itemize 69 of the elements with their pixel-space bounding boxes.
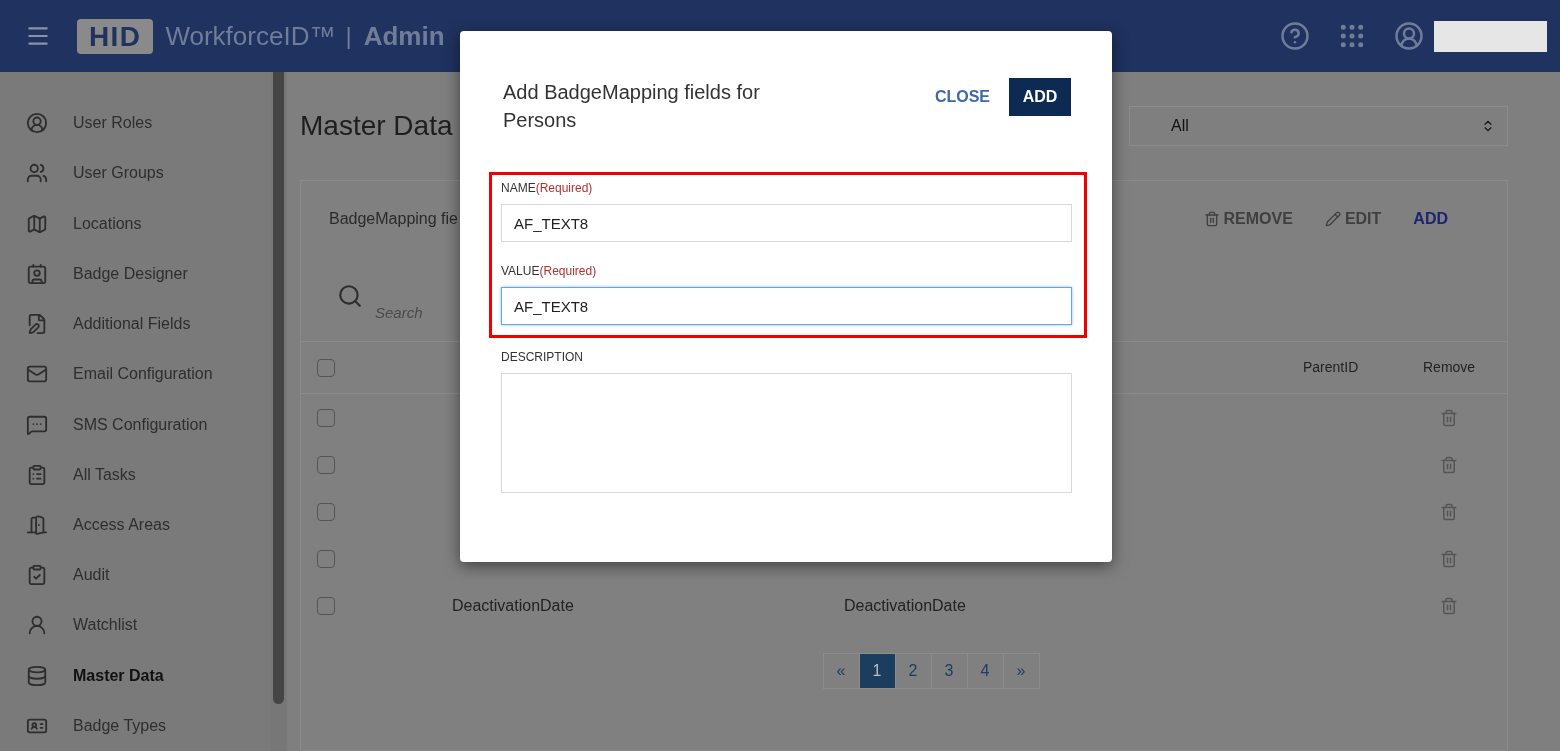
users-icon	[26, 162, 48, 185]
sidebar-item[interactable]: Access Areas	[0, 499, 270, 551]
product-name: WorkforceID™	[165, 19, 336, 53]
column-header: ParentID	[1303, 358, 1360, 377]
trash-icon[interactable]	[1440, 549, 1458, 568]
trash-icon[interactable]	[1440, 408, 1458, 427]
sidebar-item[interactable]: Watchlist	[0, 600, 270, 651]
checkbox[interactable]	[317, 358, 335, 377]
user-circle-icon	[26, 112, 48, 135]
checkbox[interactable]	[317, 408, 335, 427]
checkbox[interactable]	[317, 596, 335, 615]
sidebar-item[interactable]: Locations	[0, 198, 270, 249]
sidebar-item[interactable]: Email Configuration	[0, 349, 270, 400]
map-icon	[26, 212, 48, 235]
chat-icon	[26, 413, 48, 436]
trash-icon	[1203, 211, 1220, 227]
page-button[interactable]: »	[1002, 653, 1040, 689]
section-title: Admin	[363, 19, 445, 53]
checkbox[interactable]	[317, 549, 335, 568]
sidebar-item[interactable]: Master Data	[0, 650, 270, 701]
page-button[interactable]: 3	[930, 653, 968, 689]
file-pen-icon	[26, 313, 48, 336]
page-button[interactable]: 2	[894, 653, 932, 689]
checkbox[interactable]	[317, 455, 335, 474]
close-button[interactable]: CLOSE	[926, 78, 998, 116]
logo: HID	[77, 18, 154, 54]
required-note: (Required)	[539, 263, 597, 280]
page-button[interactable]: 4	[966, 653, 1004, 689]
account-icon[interactable]	[1394, 21, 1424, 51]
sidebar-item[interactable]: User Groups	[0, 148, 270, 199]
checkbox[interactable]	[317, 502, 335, 521]
text-field[interactable]: AF_TEXT8	[501, 287, 1072, 325]
page-button[interactable]: 1	[858, 653, 896, 689]
add-button[interactable]: ADD	[1413, 207, 1448, 231]
clipboard-check-icon	[26, 564, 48, 587]
add-button[interactable]: ADD	[1009, 78, 1071, 116]
trash-icon[interactable]	[1440, 596, 1458, 615]
table-cell: DeactivationDate	[452, 596, 574, 614]
sidebar-item[interactable]: Additional Fields	[0, 298, 270, 350]
help-icon[interactable]	[1280, 21, 1310, 51]
field-label: VALUE	[501, 263, 540, 280]
database-icon	[26, 664, 48, 687]
text-field[interactable]: AF_TEXT8	[501, 204, 1072, 242]
sidebar-item[interactable]: Badge Designer	[0, 248, 270, 299]
sidebar-item[interactable]: Badge Types	[0, 700, 270, 751]
dialog-title: Add BadgeMapping fields for Persons	[503, 80, 761, 133]
contact-card-icon	[26, 262, 48, 285]
column-header: Remove	[1423, 358, 1477, 377]
sidebar-item[interactable]: User Roles	[0, 98, 270, 149]
door-icon	[26, 514, 48, 536]
sidebar-item[interactable]: All Tasks	[0, 449, 270, 500]
scrollbar-thumb[interactable]	[273, 72, 284, 704]
field-label: DESCRIPTION	[501, 349, 583, 366]
person-icon	[26, 614, 48, 637]
description-field[interactable]	[501, 373, 1072, 493]
card-title: BadgeMapping fie	[329, 209, 458, 229]
table-cell: DeactivationDate	[844, 596, 966, 614]
trash-icon[interactable]	[1440, 502, 1458, 521]
required-note: (Required)	[535, 180, 593, 197]
title-separator: |	[345, 21, 352, 51]
sidebar-item[interactable]: Audit	[0, 550, 270, 601]
pencil-icon	[1324, 211, 1341, 227]
field-label: NAME	[501, 180, 536, 197]
page-title: Master Data	[300, 109, 453, 143]
clipboard-list-icon	[26, 463, 48, 486]
trash-icon[interactable]	[1440, 455, 1458, 474]
search-icon	[337, 283, 363, 309]
filter-select[interactable]: All	[1129, 106, 1508, 146]
sidebar-item[interactable]: SMS Configuration	[0, 399, 270, 450]
